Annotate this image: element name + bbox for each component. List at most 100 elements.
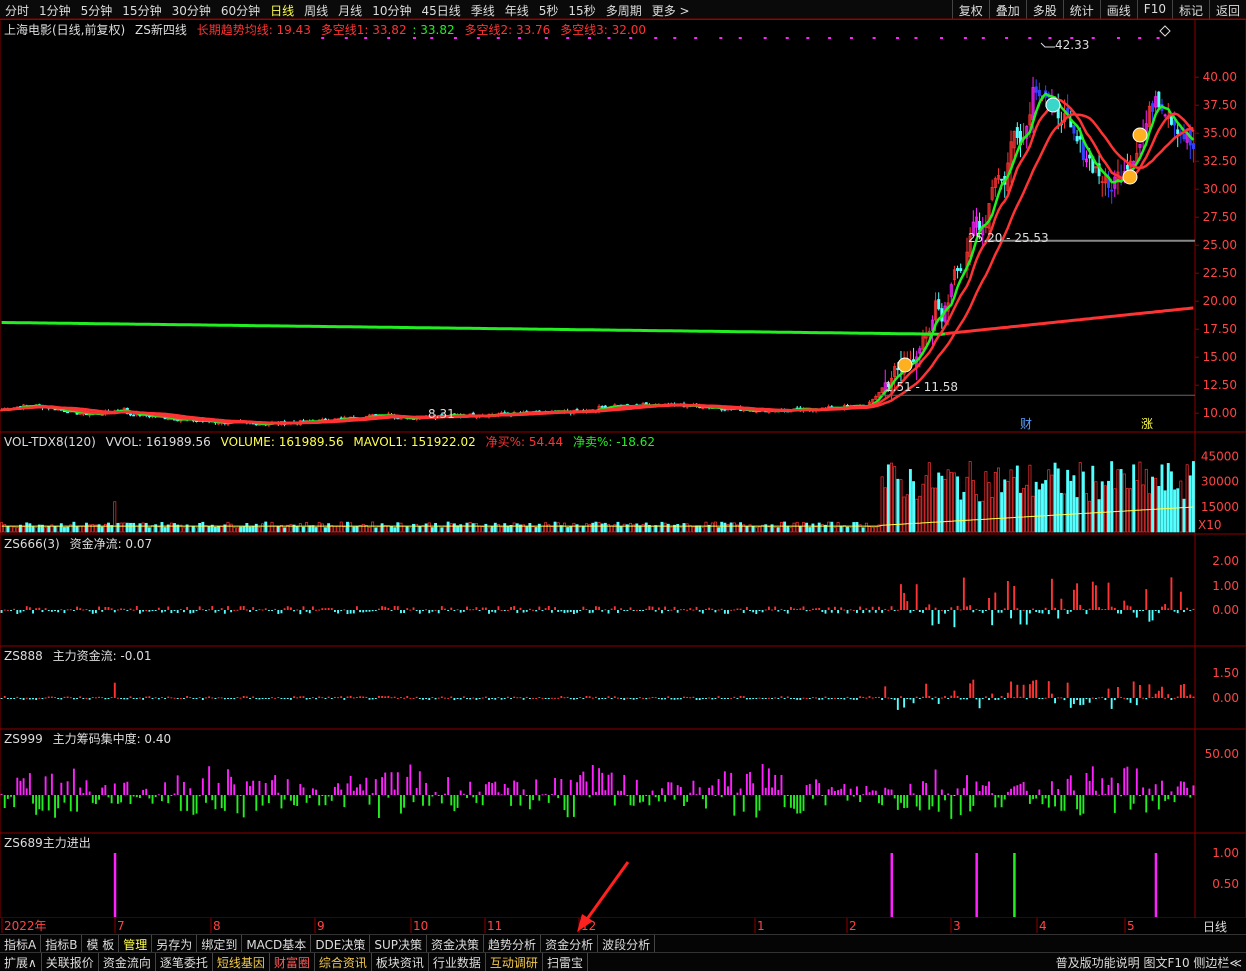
zs666-tick-0: 2.00	[1212, 554, 1239, 568]
indicator-tab-2[interactable]: 模 板	[82, 935, 120, 953]
main-tick-5: 27.50	[1203, 210, 1237, 224]
indicator-tab-8[interactable]: SUP决策	[370, 935, 428, 953]
extension-tab-8[interactable]: 行业数据	[429, 953, 486, 971]
extension-tab-9[interactable]: 互动调研	[486, 953, 543, 971]
main-tick-4: 30.00	[1203, 182, 1237, 196]
signal-dot-8	[496, 37, 500, 39]
candle-191	[600, 405, 604, 408]
mavol-line	[1, 506, 1194, 527]
signal-dot-14	[629, 37, 633, 39]
indicator-tab-7[interactable]: DDE决策	[311, 935, 371, 953]
signal-dot-12	[587, 37, 591, 39]
zs888-tick-1: 0.00	[1212, 691, 1239, 705]
signal-dot-11	[566, 37, 570, 39]
indicator-tab-9[interactable]: 资金决策	[427, 935, 485, 953]
indicator-tab-11[interactable]: 资金分析	[541, 935, 599, 953]
date-label-1: 7	[117, 919, 125, 933]
signal-icon-2	[1122, 169, 1138, 185]
main-tick-10: 15.00	[1203, 350, 1237, 364]
indicator-tab-10[interactable]: 趋势分析	[484, 935, 542, 953]
date-label-10: 4	[1039, 919, 1047, 933]
date-label-9: 3	[953, 919, 961, 933]
signal-dot-27	[914, 37, 918, 39]
zs689-tick-1: 0.50	[1212, 877, 1239, 891]
indicator-tab-1[interactable]: 指标B	[41, 935, 83, 953]
signal-dot-38	[1156, 37, 1160, 39]
panel-frame-0	[0, 18, 1246, 433]
signal-dot-34	[1070, 37, 1074, 39]
date-label-7: 1	[757, 919, 765, 933]
bottom-right-links[interactable]: 普及版功能说明 图文F10 侧边栏≪	[1056, 954, 1242, 971]
signal-dot-22	[806, 37, 810, 39]
extension-tab-3[interactable]: 逐笔委托	[156, 953, 213, 971]
extension-tab-1[interactable]: 关联报价	[42, 953, 99, 971]
candle-317	[996, 168, 1000, 184]
indicator-tab-3[interactable]: 管理	[119, 935, 153, 953]
signal-dot-36	[1116, 37, 1120, 39]
signal-dot-17	[694, 37, 698, 39]
signal-dot-4	[412, 37, 416, 39]
candle-345	[1085, 150, 1089, 168]
main-tick-9: 17.50	[1203, 322, 1237, 336]
signal-dot-13	[607, 37, 611, 39]
vol-tick-1: 30000	[1201, 475, 1239, 489]
main-tick-8: 20.00	[1203, 294, 1237, 308]
main-tick-1: 37.50	[1203, 98, 1237, 112]
diamond-icon	[1159, 25, 1171, 37]
signal-dot-25	[872, 37, 876, 39]
main-tick-0: 40.00	[1203, 70, 1237, 84]
candle-379	[1191, 130, 1195, 163]
indicator-tab-5[interactable]: 绑定到	[197, 935, 243, 953]
extension-tab-10[interactable]: 扫雷宝	[543, 953, 588, 971]
candle-329	[1034, 79, 1038, 101]
signal-dot-28	[940, 37, 944, 39]
signal-dot-30	[981, 37, 985, 39]
extension-tab-2[interactable]: 资金流向	[99, 953, 156, 971]
extension-tab-5[interactable]: 财富圈	[270, 953, 315, 971]
zs689-spike-4	[1154, 853, 1158, 917]
candle-348	[1094, 166, 1098, 174]
extension-tab-0[interactable]: 扩展∧	[0, 953, 42, 971]
extension-tab-4[interactable]: 短线基因	[213, 953, 270, 971]
zs666-tick-1: 1.00	[1212, 579, 1239, 593]
vol-x10-label: X10	[1198, 518, 1222, 532]
panel-frame-4	[0, 728, 1246, 834]
main-tick-7: 22.50	[1203, 266, 1237, 280]
indicator-tab-0[interactable]: 指标A	[0, 935, 42, 953]
finance-marker: 财	[1020, 417, 1032, 431]
candle-298	[937, 292, 941, 311]
candle-342	[1075, 129, 1079, 144]
extension-tab-7[interactable]: 板块资讯	[372, 953, 429, 971]
signal-dot-5	[430, 37, 434, 39]
panel-frame-2	[0, 533, 1246, 647]
candle-280	[880, 387, 884, 394]
date-label-4: 10	[413, 919, 428, 933]
signal-dot-19	[738, 37, 742, 39]
annotation-arrow-line	[583, 861, 630, 923]
main-tick-3: 32.50	[1203, 154, 1237, 168]
long-trend-line-red	[944, 306, 1194, 336]
indicator-tab-12[interactable]: 波段分析	[598, 935, 656, 953]
indicator-tab-4[interactable]: 另存为	[152, 935, 198, 953]
main-tick-6: 25.00	[1203, 238, 1237, 252]
long-trend-line-green	[1, 321, 946, 336]
panel-frame-3	[0, 645, 1246, 730]
candles	[0, 76, 1195, 427]
candle-278	[874, 394, 878, 401]
period-label: 日线	[1203, 920, 1227, 934]
candle-303	[952, 265, 956, 286]
indicator-tab-6[interactable]: MACD基本	[242, 935, 312, 953]
panel-frame-5	[0, 832, 1246, 919]
signal-dot-3	[387, 37, 391, 39]
signal-dot-9	[518, 37, 522, 39]
high-pointer	[1040, 42, 1055, 48]
candle-370	[1163, 113, 1167, 118]
signal-dot-24	[849, 37, 853, 39]
signal-dot-37	[1138, 37, 1142, 39]
extension-tab-6[interactable]: 综合资讯	[315, 953, 372, 971]
zs689-tick-0: 1.00	[1212, 846, 1239, 860]
kline-chart[interactable]: 40.0037.5035.0032.5030.0027.5025.0022.50…	[0, 0, 1246, 934]
main-tick-12: 10.00	[1203, 406, 1237, 420]
candle-304	[956, 265, 960, 279]
vol-tick-0: 45000	[1201, 449, 1239, 463]
